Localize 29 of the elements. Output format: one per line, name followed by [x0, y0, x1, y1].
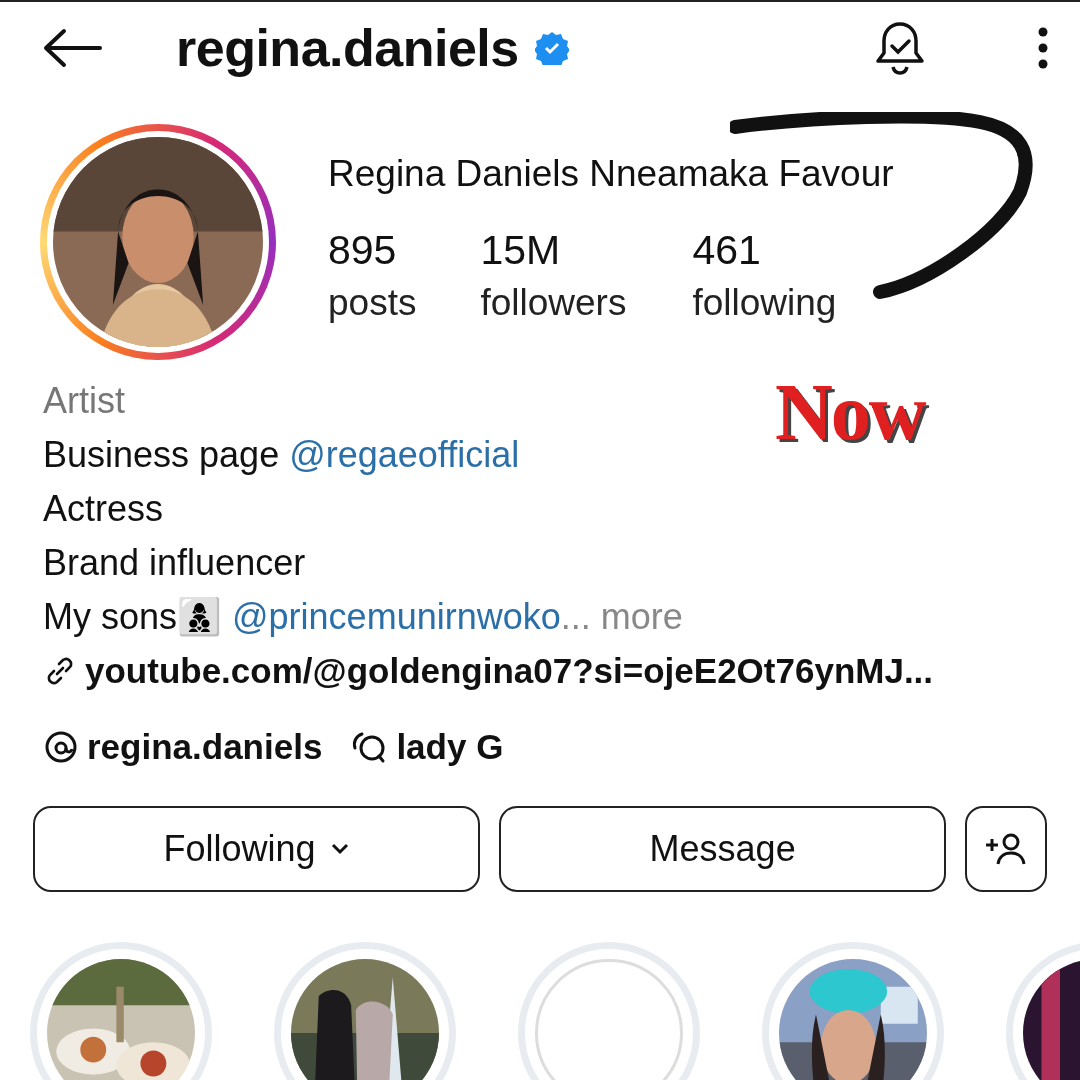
threads-icon — [43, 729, 79, 765]
stat-count: 15M — [480, 225, 562, 275]
stat-count: 461 — [692, 225, 762, 275]
bio-line: Actress — [43, 487, 165, 531]
bio-line: Business page @regaeofficial — [43, 433, 521, 477]
stat-label: posts — [328, 280, 417, 325]
profile-tag[interactable]: lady G — [396, 720, 504, 774]
story-highlight[interactable] — [274, 942, 456, 1080]
website-link[interactable]: youtube.com/@goldengina07?si=ojeE2Ot76ynMJ... — [85, 644, 934, 698]
mention-link[interactable]: @regaeofficial — [289, 434, 520, 475]
category-label: Artist — [43, 380, 125, 421]
profile-tag[interactable]: regina.daniels — [87, 720, 323, 774]
caret-icon — [329, 843, 350, 855]
full-name: Regina Daniels Nneamaka Favour — [328, 152, 894, 196]
story-highlight[interactable] — [762, 942, 944, 1080]
stat-count: 895 — [328, 225, 398, 275]
stat-label: following — [692, 280, 837, 325]
message-button[interactable]: Message — [499, 806, 947, 892]
mention-link[interactable]: @princemunirnwoko — [232, 596, 561, 637]
bell-icon[interactable] — [874, 20, 926, 76]
username: regina.daniels — [175, 18, 519, 79]
add-person-button[interactable] — [965, 806, 1047, 892]
bio-line: Brand influencer — [43, 541, 307, 585]
following-button[interactable]: Following — [33, 806, 481, 892]
bio-line: My sons👩‍👦‍👦 @princemunirnwoko... more — [43, 595, 684, 639]
stat-label: followers — [480, 280, 627, 325]
annotation-text: Now — [775, 367, 925, 458]
more-link[interactable]: ... more — [560, 596, 683, 637]
more-menu-icon[interactable] — [1036, 26, 1050, 70]
